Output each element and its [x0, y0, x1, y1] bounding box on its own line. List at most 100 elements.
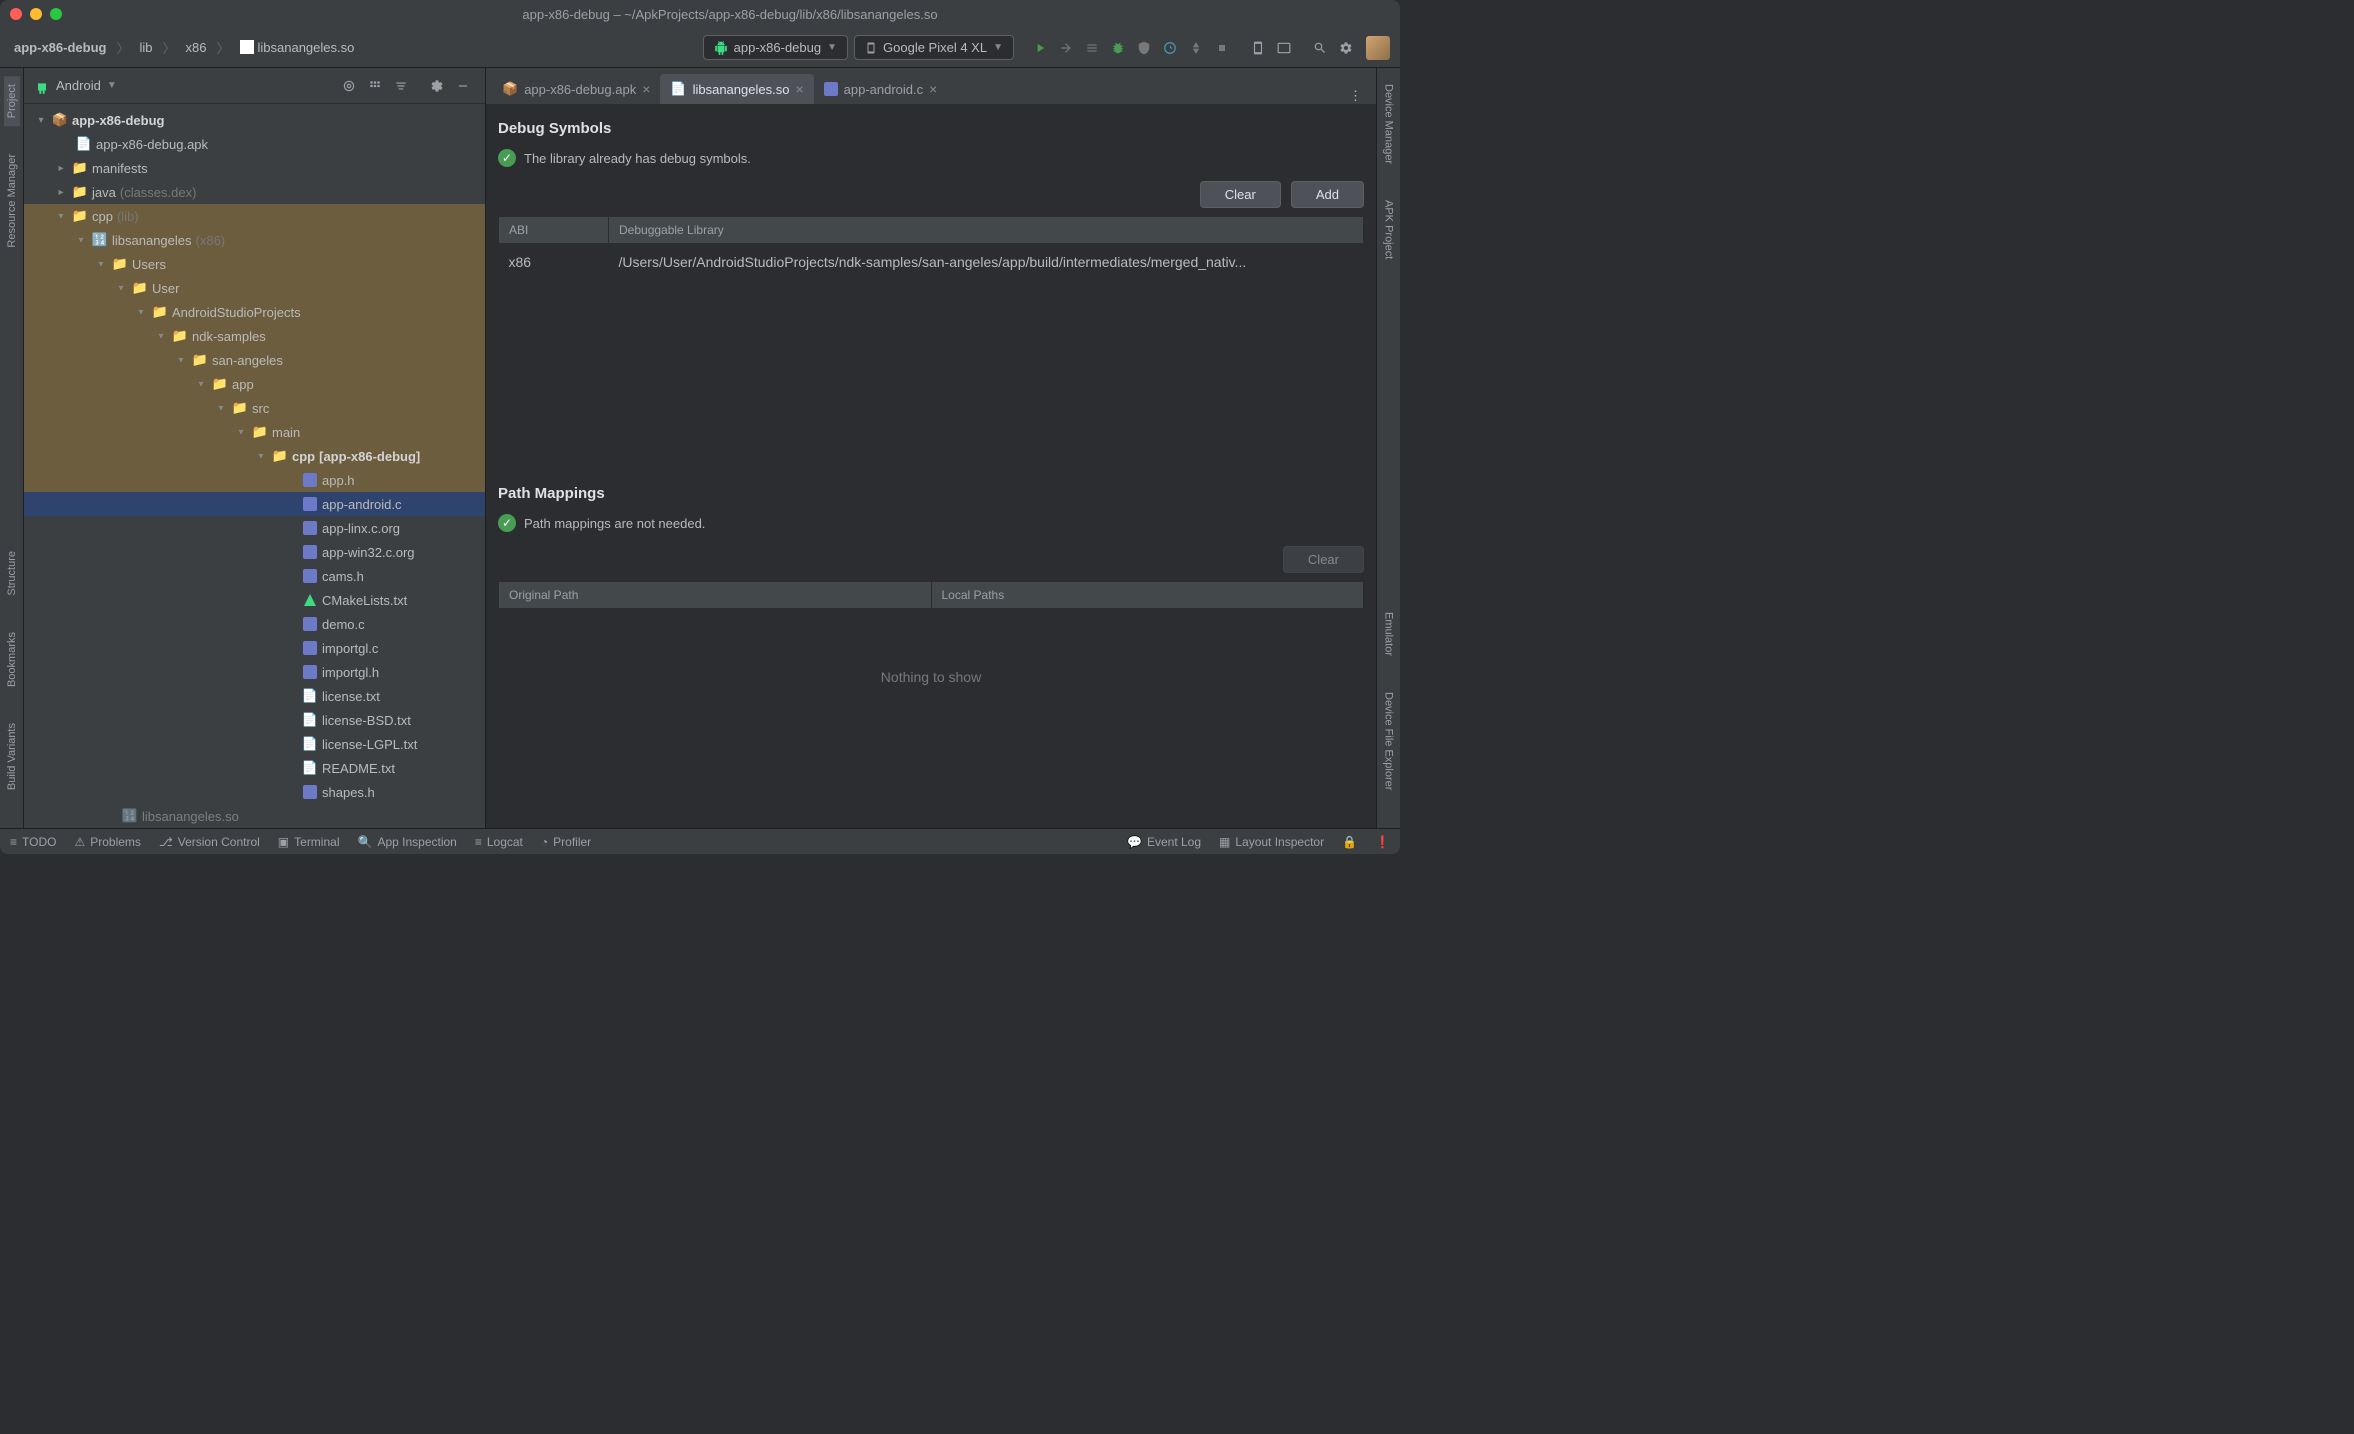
- tree-item[interactable]: importgl.c: [24, 636, 485, 660]
- project-view-dropdown[interactable]: Android ▼: [34, 78, 117, 94]
- tree-item[interactable]: ▾📁src: [24, 396, 485, 420]
- chevron-down-icon[interactable]: ▾: [214, 403, 228, 414]
- tree-item[interactable]: app.h: [24, 468, 485, 492]
- lock-icon[interactable]: 🔒: [1342, 835, 1357, 849]
- select-opened-file-button[interactable]: [337, 74, 361, 98]
- app-inspection-tool-button[interactable]: 🔍App Inspection: [358, 835, 457, 849]
- chevron-right-icon[interactable]: ▸: [54, 163, 68, 174]
- stop-button[interactable]: [1210, 36, 1234, 60]
- chevron-down-icon[interactable]: ▾: [74, 235, 88, 246]
- problems-tool-button[interactable]: ⚠Problems: [74, 835, 140, 849]
- panel-settings-button[interactable]: [425, 74, 449, 98]
- run-button[interactable]: [1028, 36, 1052, 60]
- chevron-down-icon[interactable]: ▾: [234, 427, 248, 438]
- sdk-manager-button[interactable]: [1272, 36, 1296, 60]
- breadcrumb-item[interactable]: x86: [182, 38, 211, 57]
- tree-item[interactable]: ▾📁ndk-samples: [24, 324, 485, 348]
- collapse-all-button[interactable]: [389, 74, 413, 98]
- chevron-down-icon[interactable]: ▾: [154, 331, 168, 342]
- expand-all-button[interactable]: [363, 74, 387, 98]
- tree-item[interactable]: ▾🔢libsanangeles(x86): [24, 228, 485, 252]
- user-avatar[interactable]: [1366, 36, 1390, 60]
- emulator-tool-tab[interactable]: Emulator: [1381, 604, 1397, 664]
- tree-item-selected[interactable]: app-android.c: [24, 492, 485, 516]
- attach-debugger-button[interactable]: [1184, 36, 1208, 60]
- col-lib-header[interactable]: Debuggable Library: [609, 217, 1364, 244]
- tree-item[interactable]: ▸📁java(classes.dex): [24, 180, 485, 204]
- tree-item[interactable]: 📄license-LGPL.txt: [24, 732, 485, 756]
- chevron-down-icon[interactable]: ▾: [114, 283, 128, 294]
- device-file-explorer-tool-tab[interactable]: Device File Explorer: [1381, 684, 1397, 798]
- tree-item[interactable]: ▾📁san-angeles: [24, 348, 485, 372]
- tree-item[interactable]: shapes.h: [24, 780, 485, 804]
- table-row[interactable]: x86 /Users/User/AndroidStudioProjects/nd…: [499, 244, 1364, 281]
- tree-item[interactable]: ▸📁manifests: [24, 156, 485, 180]
- search-button[interactable]: [1308, 36, 1332, 60]
- tree-item[interactable]: ▾📁app: [24, 372, 485, 396]
- window-maximize-button[interactable]: [50, 8, 62, 20]
- project-tool-tab[interactable]: Project: [4, 76, 20, 126]
- logcat-tool-button[interactable]: ≡Logcat: [475, 835, 523, 849]
- tree-item[interactable]: app-win32.c.org: [24, 540, 485, 564]
- structure-tool-tab[interactable]: Structure: [4, 543, 20, 604]
- profiler-button[interactable]: [1158, 36, 1182, 60]
- breadcrumb-item[interactable]: lib: [135, 38, 156, 57]
- bookmarks-tool-tab[interactable]: Bookmarks: [4, 624, 20, 695]
- chevron-down-icon[interactable]: ▾: [134, 307, 148, 318]
- col-abi-header[interactable]: ABI: [499, 217, 609, 244]
- vcs-tool-button[interactable]: ⎇Version Control: [159, 835, 260, 849]
- hide-panel-button[interactable]: [451, 74, 475, 98]
- chevron-down-icon[interactable]: ▾: [34, 115, 48, 126]
- editor-tab[interactable]: 📦 app-x86-debug.apk ×: [492, 74, 660, 104]
- build-variants-tool-tab[interactable]: Build Variants: [4, 715, 20, 798]
- terminal-tool-button[interactable]: ▣Terminal: [278, 835, 340, 849]
- chevron-right-icon[interactable]: ▸: [54, 187, 68, 198]
- close-tab-button[interactable]: ×: [929, 81, 937, 97]
- chevron-down-icon[interactable]: ▾: [194, 379, 208, 390]
- debug-button[interactable]: [1106, 36, 1130, 60]
- project-tree[interactable]: ▾📦app-x86-debug 📄app-x86-debug.apk ▸📁man…: [24, 104, 485, 828]
- tree-item[interactable]: ▾📁Users: [24, 252, 485, 276]
- tree-item[interactable]: 📄license-BSD.txt: [24, 708, 485, 732]
- tree-item[interactable]: 📄README.txt: [24, 756, 485, 780]
- avd-manager-button[interactable]: [1246, 36, 1270, 60]
- chevron-down-icon[interactable]: ▾: [174, 355, 188, 366]
- apply-code-button[interactable]: [1080, 36, 1104, 60]
- tree-item[interactable]: CMakeLists.txt: [24, 588, 485, 612]
- chevron-down-icon[interactable]: ▾: [254, 451, 268, 462]
- chevron-down-icon[interactable]: ▾: [54, 211, 68, 222]
- editor-tab-active[interactable]: 📄 libsanangeles.so ×: [660, 74, 813, 104]
- col-local-header[interactable]: Local Paths: [931, 582, 1364, 609]
- window-minimize-button[interactable]: [30, 8, 42, 20]
- chevron-down-icon[interactable]: ▾: [94, 259, 108, 270]
- breadcrumb-item[interactable]: app-x86-debug: [10, 38, 110, 57]
- ide-errors-icon[interactable]: ❗: [1375, 835, 1390, 849]
- window-close-button[interactable]: [10, 8, 22, 20]
- close-tab-button[interactable]: ×: [795, 81, 803, 97]
- tree-item[interactable]: 📄license.txt: [24, 684, 485, 708]
- editor-tab[interactable]: app-android.c ×: [814, 74, 948, 104]
- tree-item[interactable]: ▾📁AndroidStudioProjects: [24, 300, 485, 324]
- profiler-tool-button[interactable]: ◔Profiler: [541, 835, 591, 849]
- breadcrumb-item[interactable]: libsanangeles.so: [236, 38, 359, 57]
- coverage-button[interactable]: [1132, 36, 1156, 60]
- tree-item[interactable]: 📄app-x86-debug.apk: [24, 132, 485, 156]
- tree-item[interactable]: 🔢libsanangeles.so: [24, 804, 485, 828]
- device-dropdown[interactable]: Google Pixel 4 XL ▼: [854, 35, 1014, 60]
- tab-more-button[interactable]: ⋮: [1341, 88, 1370, 104]
- clear-debug-symbols-button[interactable]: Clear: [1200, 181, 1281, 208]
- tree-item[interactable]: ▾📁User: [24, 276, 485, 300]
- close-tab-button[interactable]: ×: [642, 81, 650, 97]
- event-log-button[interactable]: 💬Event Log: [1127, 835, 1201, 849]
- tree-item[interactable]: cams.h: [24, 564, 485, 588]
- apply-changes-button[interactable]: [1054, 36, 1078, 60]
- add-debug-symbols-button[interactable]: Add: [1291, 181, 1364, 208]
- tree-item[interactable]: ▾📁cpp[app-x86-debug]: [24, 444, 485, 468]
- tree-item[interactable]: demo.c: [24, 612, 485, 636]
- tree-item[interactable]: ▾📁cpp(lib): [24, 204, 485, 228]
- device-manager-tool-tab[interactable]: Device Manager: [1381, 76, 1397, 172]
- tree-item-root[interactable]: ▾📦app-x86-debug: [24, 108, 485, 132]
- run-config-dropdown[interactable]: app-x86-debug ▼: [703, 35, 848, 60]
- apk-project-tool-tab[interactable]: APK Project: [1381, 192, 1397, 267]
- layout-inspector-button[interactable]: ▦Layout Inspector: [1219, 835, 1324, 849]
